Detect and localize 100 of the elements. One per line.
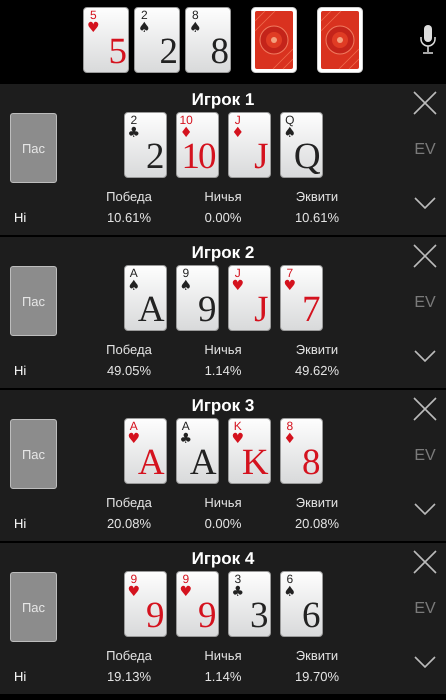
- card-suit: ♠: [180, 279, 192, 293]
- playing-card[interactable]: A ♣ A: [176, 418, 218, 484]
- stat-value: 20.08%: [294, 516, 340, 530]
- card-back[interactable]: [317, 7, 363, 73]
- ev-button[interactable]: EV: [414, 141, 436, 159]
- row-label: Hi: [14, 362, 28, 378]
- card-rank: 9: [182, 267, 190, 279]
- card-rank: A: [130, 267, 138, 279]
- card-suit: ♥: [128, 585, 140, 599]
- card-suit: ♣: [180, 432, 192, 446]
- card-rank: 3: [234, 573, 242, 585]
- player-title: Игрок 2: [192, 243, 254, 263]
- card-rank: 2: [140, 9, 148, 21]
- card-rank: 5: [90, 9, 97, 21]
- card-suit: ♥: [87, 21, 100, 35]
- ev-button[interactable]: EV: [414, 447, 436, 465]
- ev-button[interactable]: EV: [414, 294, 436, 312]
- card-suit: ♠: [284, 585, 296, 599]
- stat-label: Эквити: [296, 189, 338, 204]
- stat-label: Эквити: [296, 648, 338, 663]
- playing-card[interactable]: 5 ♥ 5: [83, 7, 129, 73]
- card-rank: 8: [192, 9, 199, 21]
- card-rank: 8: [286, 420, 294, 432]
- card-rank: 10: [180, 114, 193, 126]
- card-back[interactable]: [251, 7, 297, 73]
- playing-card[interactable]: A ♥ A: [124, 418, 166, 484]
- stat-value: 19.70%: [294, 668, 340, 684]
- card-rank: A: [182, 420, 190, 432]
- card-rank: K: [234, 420, 242, 432]
- microphone-icon[interactable]: [418, 23, 438, 57]
- card-suit: ♣: [128, 126, 140, 140]
- card-rank: J: [254, 138, 266, 175]
- stat-value: 0.00%: [204, 210, 242, 224]
- expand-button[interactable]: [414, 656, 436, 671]
- card-rank: 9: [130, 573, 138, 585]
- stat-label: Победа: [106, 342, 152, 357]
- playing-card[interactable]: 3 ♣ 3: [228, 571, 270, 637]
- stat-value: 49.05%: [106, 362, 152, 378]
- stat-label: Победа: [106, 648, 152, 663]
- fold-button[interactable]: Пас: [10, 113, 57, 183]
- playing-card[interactable]: A ♠ A: [124, 265, 166, 331]
- card-rank: 10: [182, 138, 214, 175]
- card-rank: J: [254, 291, 266, 328]
- card-rank: 2: [160, 33, 176, 70]
- card-suit: ♥: [284, 279, 296, 293]
- playing-card[interactable]: J ♦ J: [228, 112, 270, 178]
- playing-card[interactable]: 6 ♠ 6: [280, 571, 322, 637]
- card-rank: A: [130, 420, 138, 432]
- stat-label: Ничья: [204, 495, 242, 510]
- playing-card[interactable]: 9 ♥ 9: [176, 571, 218, 637]
- playing-card[interactable]: 2 ♠ 2: [134, 7, 180, 73]
- expand-button[interactable]: [414, 503, 436, 518]
- fold-button[interactable]: Пас: [10, 572, 57, 642]
- card-rank: A: [138, 444, 162, 481]
- playing-card[interactable]: 2 ♣ 2: [124, 112, 166, 178]
- playing-card[interactable]: K ♥ K: [228, 418, 270, 484]
- playing-card[interactable]: 9 ♥ 9: [124, 571, 166, 637]
- playing-card[interactable]: 7 ♥ 7: [280, 265, 322, 331]
- playing-card[interactable]: 10 ♦ 10: [176, 112, 218, 178]
- card-rank: 3: [250, 597, 266, 634]
- card-rank: J: [234, 114, 241, 126]
- card-suit: ♦: [284, 432, 296, 446]
- card-rank: K: [242, 444, 266, 481]
- expand-button[interactable]: [414, 350, 436, 365]
- card-suit: ♥: [232, 279, 244, 293]
- card-rank: 2: [146, 138, 162, 175]
- stat-label: Эквити: [296, 342, 338, 357]
- playing-card[interactable]: 8 ♠ 8: [185, 7, 231, 73]
- stat-label: Эквити: [296, 495, 338, 510]
- fold-button[interactable]: Пас: [10, 266, 57, 336]
- card-suit: ♠: [284, 126, 296, 140]
- card-rank: 2: [130, 114, 138, 126]
- playing-card[interactable]: 8 ♦ 8: [280, 418, 322, 484]
- fold-button[interactable]: Пас: [10, 419, 57, 489]
- stat-value: 10.61%: [106, 210, 152, 224]
- card-rank: 7: [286, 267, 294, 279]
- card-rank: 8: [302, 444, 318, 481]
- row-label: Hi: [14, 516, 28, 530]
- card-rank: 7: [302, 291, 318, 328]
- stat-value: 20.08%: [106, 516, 152, 530]
- card-suit: ♠: [189, 21, 202, 35]
- player-title: Игрок 4: [192, 549, 254, 569]
- ev-button[interactable]: EV: [414, 600, 436, 618]
- expand-button[interactable]: [414, 197, 436, 212]
- stat-value: 49.62%: [294, 362, 340, 378]
- playing-card[interactable]: 9 ♠ 9: [176, 265, 218, 331]
- card-rank: A: [190, 444, 214, 481]
- stat-label: Победа: [106, 495, 152, 510]
- card-suit: ♠: [128, 279, 140, 293]
- stat-value: 1.14%: [204, 668, 242, 684]
- card-suit: ♥: [128, 432, 140, 446]
- card-rank: 8: [210, 33, 227, 70]
- card-rank: 9: [198, 597, 214, 634]
- card-suit: ♥: [232, 432, 244, 446]
- playing-card[interactable]: J ♥ J: [228, 265, 270, 331]
- playing-card[interactable]: Q ♠ Q: [280, 112, 322, 178]
- row-label: Hi: [14, 668, 28, 684]
- card-rank: 6: [286, 573, 294, 585]
- row-label: Hi: [14, 210, 28, 224]
- stat-value: 1.14%: [204, 362, 242, 378]
